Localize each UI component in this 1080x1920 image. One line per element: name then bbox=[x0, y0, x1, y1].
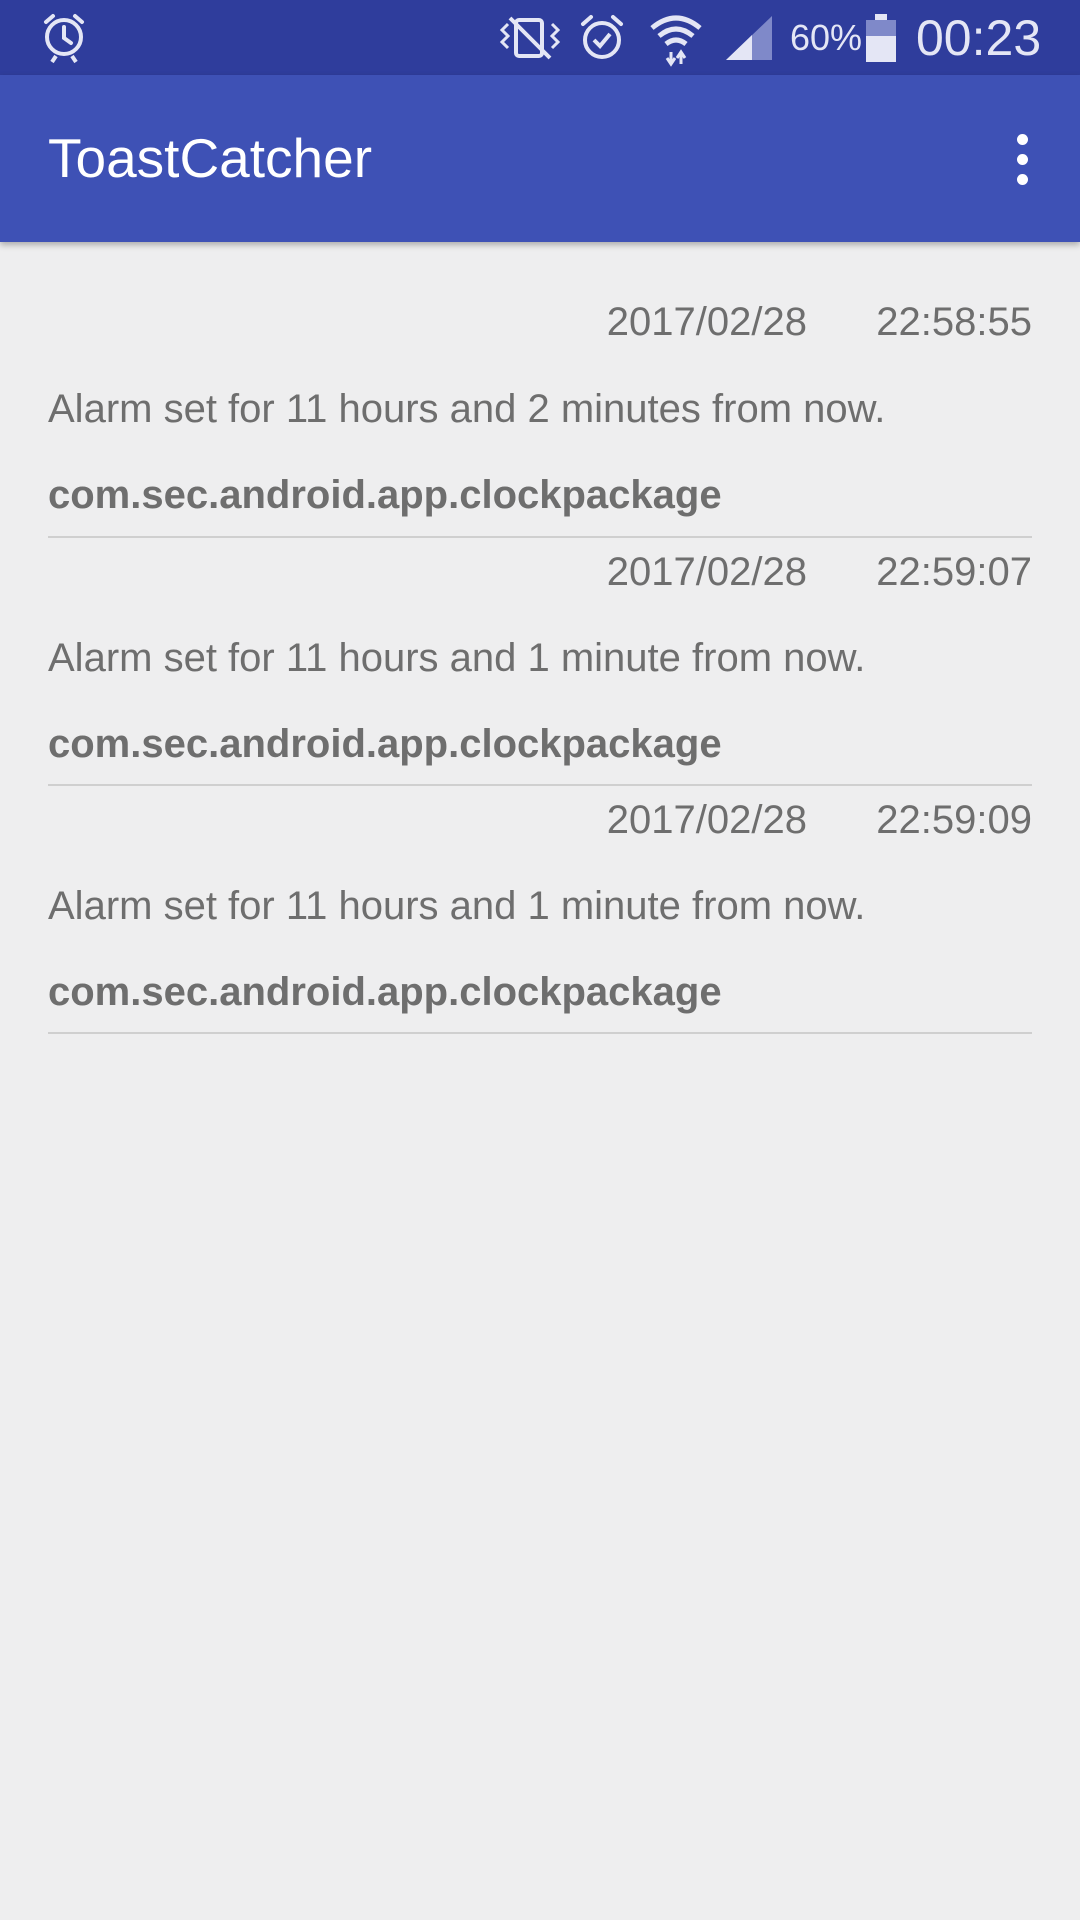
toast-time: 22:58:55 bbox=[876, 300, 1032, 344]
toast-time: 22:59:09 bbox=[876, 798, 1032, 842]
vibrate-icon bbox=[494, 0, 566, 75]
more-vert-icon[interactable] bbox=[990, 121, 1054, 197]
toast-message: Alarm set for 11 hours and 1 minute from… bbox=[48, 884, 866, 928]
app-bar: ToastCatcher bbox=[0, 75, 1080, 242]
toast-message: Alarm set for 11 hours and 1 minute from… bbox=[48, 636, 866, 680]
list-item[interactable]: 2017/02/28 22:59:09 Alarm set for 11 hou… bbox=[48, 786, 1032, 1034]
battery-icon bbox=[864, 0, 898, 75]
status-bar: 60% 00:23 bbox=[0, 0, 1080, 75]
battery-percent: 60% bbox=[790, 16, 863, 58]
app-title: ToastCatcher bbox=[48, 127, 373, 189]
toast-message: Alarm set for 11 hours and 2 minutes fro… bbox=[48, 387, 886, 431]
status-time: 00:23 bbox=[916, 9, 1042, 66]
list-item[interactable]: 2017/02/28 22:58:55 Alarm set for 11 hou… bbox=[48, 242, 1032, 538]
wifi-icon bbox=[646, 0, 706, 75]
toast-package: com.sec.android.app.clockpackage bbox=[48, 722, 722, 766]
toast-date: 2017/02/28 bbox=[606, 300, 807, 344]
alarm-sync-icon bbox=[38, 0, 90, 75]
list-item[interactable]: 2017/02/28 22:59:07 Alarm set for 11 hou… bbox=[48, 538, 1032, 786]
toast-date: 2017/02/28 bbox=[606, 798, 807, 842]
toast-package: com.sec.android.app.clockpackage bbox=[48, 970, 722, 1014]
toast-date: 2017/02/28 bbox=[606, 550, 807, 594]
alarm-icon bbox=[576, 0, 628, 75]
toast-time: 22:59:07 bbox=[876, 550, 1032, 594]
toast-package: com.sec.android.app.clockpackage bbox=[48, 473, 722, 517]
signal-icon bbox=[722, 0, 776, 75]
